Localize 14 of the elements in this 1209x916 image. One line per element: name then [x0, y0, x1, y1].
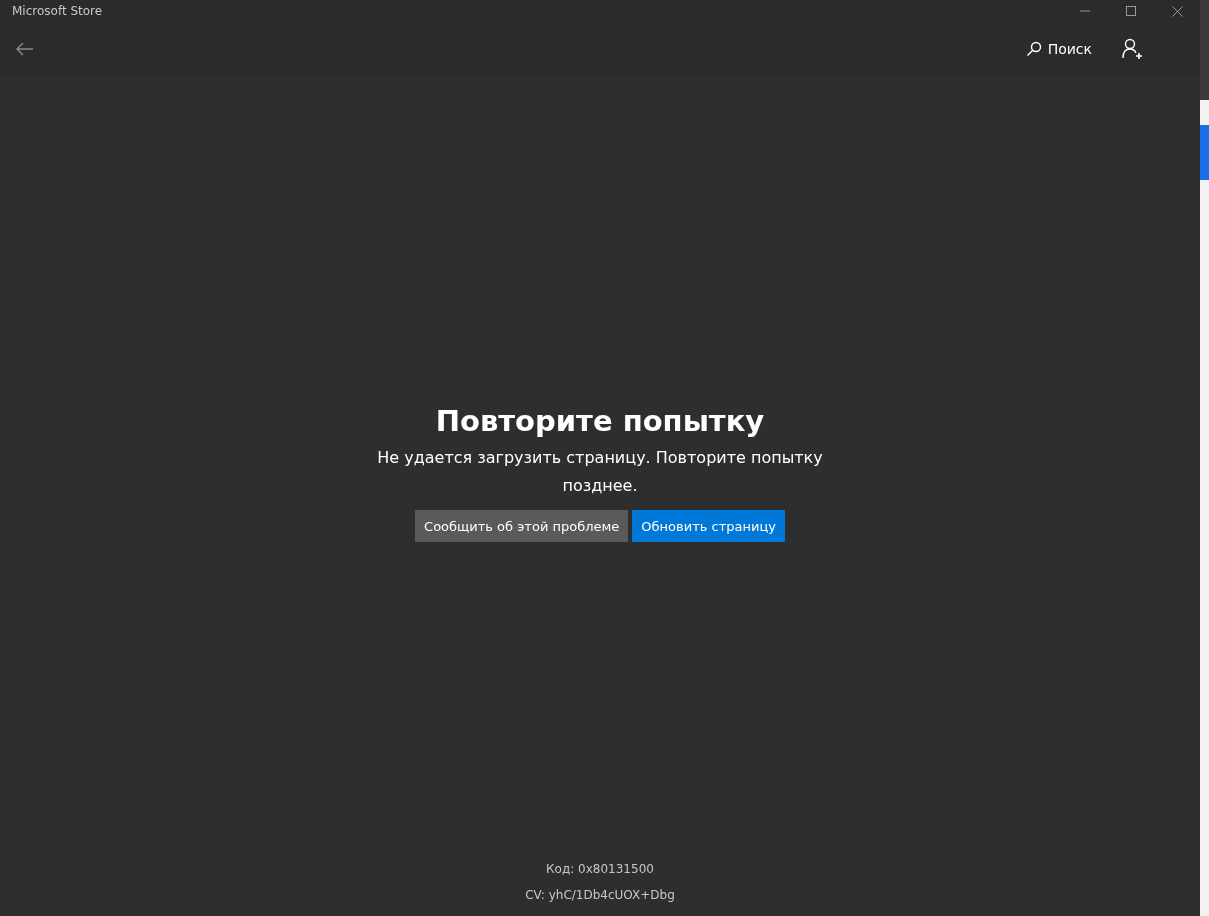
- error-message: Не удается загрузить страницу. Повторите попытку позднее.: [376, 447, 824, 498]
- search-icon: [1025, 41, 1042, 57]
- maximize-icon: [1126, 6, 1136, 16]
- window-title: Microsoft Store: [11, 3, 104, 20]
- refresh-button[interactable]: Обновить страницу: [632, 510, 785, 543]
- close-icon: [1171, 5, 1183, 17]
- error-title: Повторите попытку: [435, 403, 765, 439]
- correlation-vector: CV: yhC/1Db4cUOX+Dbg: [525, 887, 675, 904]
- error-code: Код: 0x80131500: [546, 861, 654, 878]
- minimize-icon: [1080, 10, 1090, 12]
- report-problem-button[interactable]: Сообщить об этой проблеме: [415, 510, 629, 543]
- search-button[interactable]: Поиск: [1021, 34, 1096, 64]
- back-arrow-icon: [16, 42, 34, 56]
- person-plus-icon: [1122, 38, 1144, 60]
